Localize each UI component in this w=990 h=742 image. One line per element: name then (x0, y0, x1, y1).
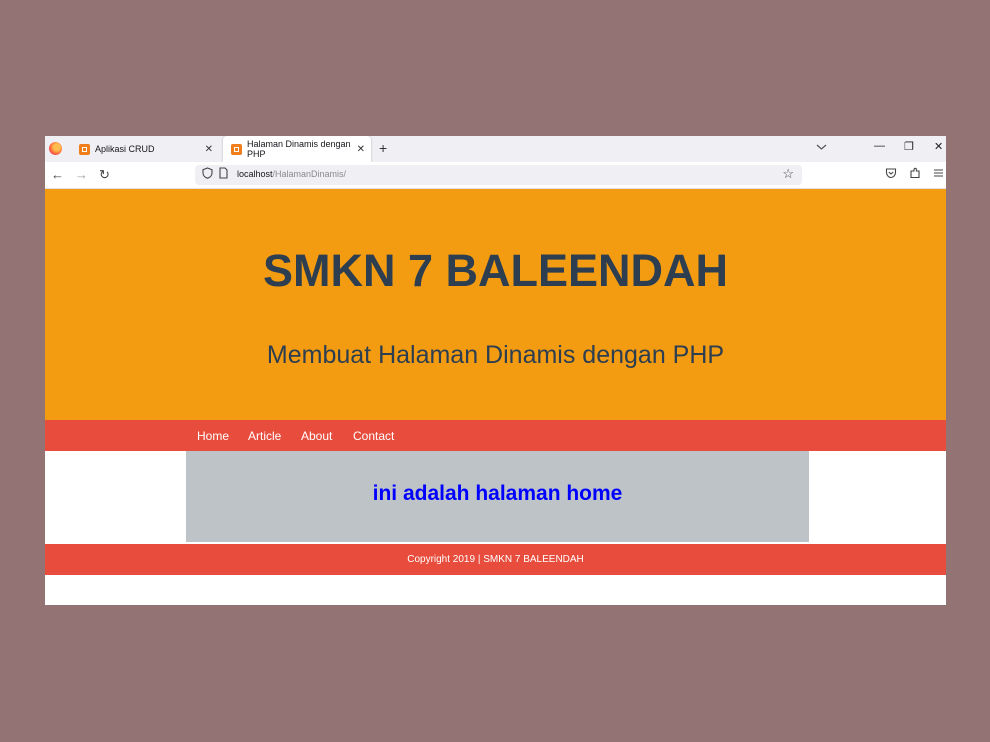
firefox-icon[interactable] (49, 142, 62, 155)
web-page: SMKN 7 BALEENDAH Membuat Halaman Dinamis… (45, 189, 946, 605)
back-button[interactable]: ← (51, 167, 64, 183)
pocket-icon[interactable] (885, 167, 897, 182)
minimize-button[interactable]: — (874, 140, 885, 152)
reload-button[interactable]: ↻ (99, 167, 110, 183)
extensions-icon[interactable] (909, 167, 921, 182)
site-menu: Home Article About Contact (45, 420, 946, 451)
site-header: SMKN 7 BALEENDAH Membuat Halaman Dinamis… (45, 189, 946, 420)
bookmark-star-icon[interactable]: ☆ (782, 166, 794, 182)
hamburger-menu-icon[interactable] (933, 167, 944, 181)
restore-button[interactable]: ❐ (904, 140, 914, 153)
tab-favicon-icon (231, 143, 242, 155)
footer-text: Copyright 2019 | SMKN 7 BALEENDAH (407, 554, 584, 565)
tab-favicon-icon (79, 143, 90, 155)
url-host: localhost (237, 169, 273, 179)
tab-label: Halaman Dinamis dengan PHP (246, 139, 351, 159)
menu-item-about[interactable]: About (301, 429, 332, 443)
tab-aplikasi-crud[interactable]: Aplikasi CRUD ✕ (71, 136, 219, 162)
close-window-button[interactable]: ✕ (934, 140, 943, 153)
content-panel: ini adalah halaman home (186, 451, 809, 542)
url-bar[interactable]: localhost/HalamanDinamis/ ☆ (195, 165, 802, 185)
url-path: /HalamanDinamis/ (272, 169, 347, 179)
menu-item-article[interactable]: Article (248, 429, 281, 443)
url-text[interactable]: localhost/HalamanDinamis/ (237, 169, 346, 179)
tab-label: Aplikasi CRUD (95, 144, 155, 154)
site-title: SMKN 7 BALEENDAH (262, 245, 729, 296)
browser-window: Aplikasi CRUD ✕ Halaman Dinamis dengan P… (45, 136, 946, 605)
tab-halaman-dinamis[interactable]: Halaman Dinamis dengan PHP ✕ (223, 136, 371, 162)
menu-item-contact[interactable]: Contact (353, 429, 394, 443)
navigation-toolbar: ← → ↻ localhost/HalamanDinamis/ ☆ (45, 162, 946, 189)
forward-button[interactable]: → (75, 167, 88, 183)
chevron-down-icon[interactable] (816, 142, 827, 154)
tab-strip: Aplikasi CRUD ✕ Halaman Dinamis dengan P… (45, 136, 946, 162)
site-footer: Copyright 2019 | SMKN 7 BALEENDAH (45, 544, 946, 575)
menu-item-home[interactable]: Home (197, 429, 229, 443)
tab-close-icon[interactable]: ✕ (357, 144, 365, 155)
page-info-icon[interactable] (219, 167, 228, 182)
site-subtitle: Membuat Halaman Dinamis dengan PHP (266, 341, 725, 369)
shield-icon[interactable] (202, 167, 213, 182)
content-heading: ini adalah halaman home (372, 482, 623, 505)
tab-close-icon[interactable]: ✕ (205, 144, 213, 155)
new-tab-button[interactable]: + (379, 140, 387, 156)
